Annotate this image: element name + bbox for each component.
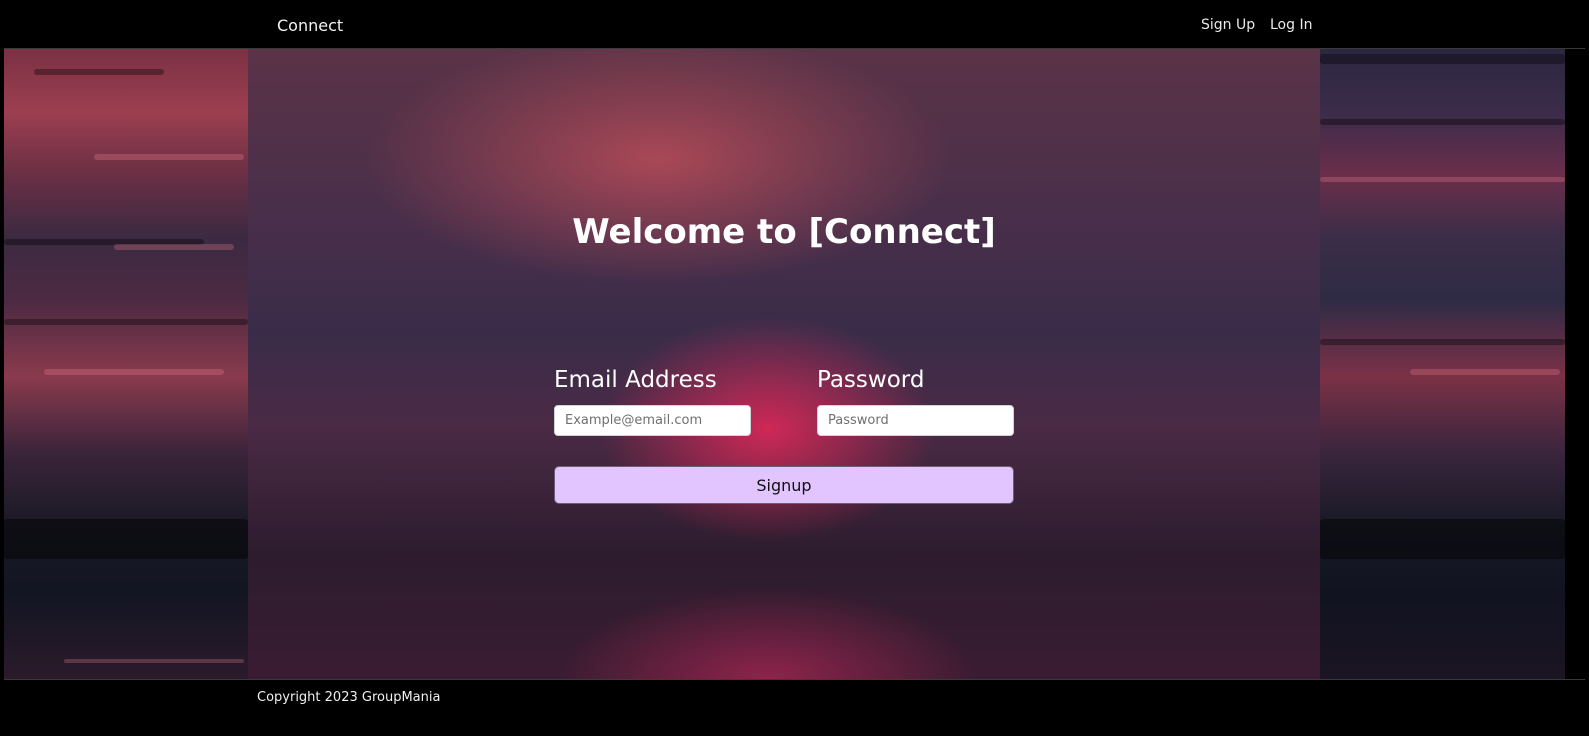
email-input[interactable] [554,405,751,436]
signup-button[interactable]: Signup [554,466,1014,504]
background-image-right [1320,49,1565,679]
password-input[interactable] [817,405,1014,436]
footer: Copyright 2023 GroupMania [4,679,1585,736]
brand-link[interactable]: Connect [277,16,343,35]
nav-log-in-link[interactable]: Log In [1270,17,1312,33]
background-image-left [4,49,248,679]
navbar: Connect Sign Up Log In [4,0,1585,49]
copyright-text: Copyright 2023 GroupMania [257,690,441,705]
cloud-streak [94,154,244,160]
cloud-streak [1320,119,1565,125]
cloud-streak [114,244,234,250]
page: Connect Sign Up Log In Welcome to [Conne… [0,0,1589,736]
email-label: Email Address [554,367,717,393]
cloud-streak [4,319,248,325]
cloud-streak [1320,54,1565,64]
horizon-silhouette [1320,519,1565,559]
password-label: Password [817,367,925,393]
horizon-silhouette [4,519,248,559]
cloud-streak [1320,177,1565,182]
cloud-streak [1320,339,1565,345]
cloud-streak [34,69,164,75]
cloud-streak [44,369,224,375]
cloud-streak [1410,369,1560,375]
page-title: Welcome to [Connect] [572,212,996,252]
signup-panel: Welcome to [Connect] Email Address Passw… [248,49,1320,679]
nav-sign-up-link[interactable]: Sign Up [1201,17,1255,33]
cloud-streak [64,659,244,663]
